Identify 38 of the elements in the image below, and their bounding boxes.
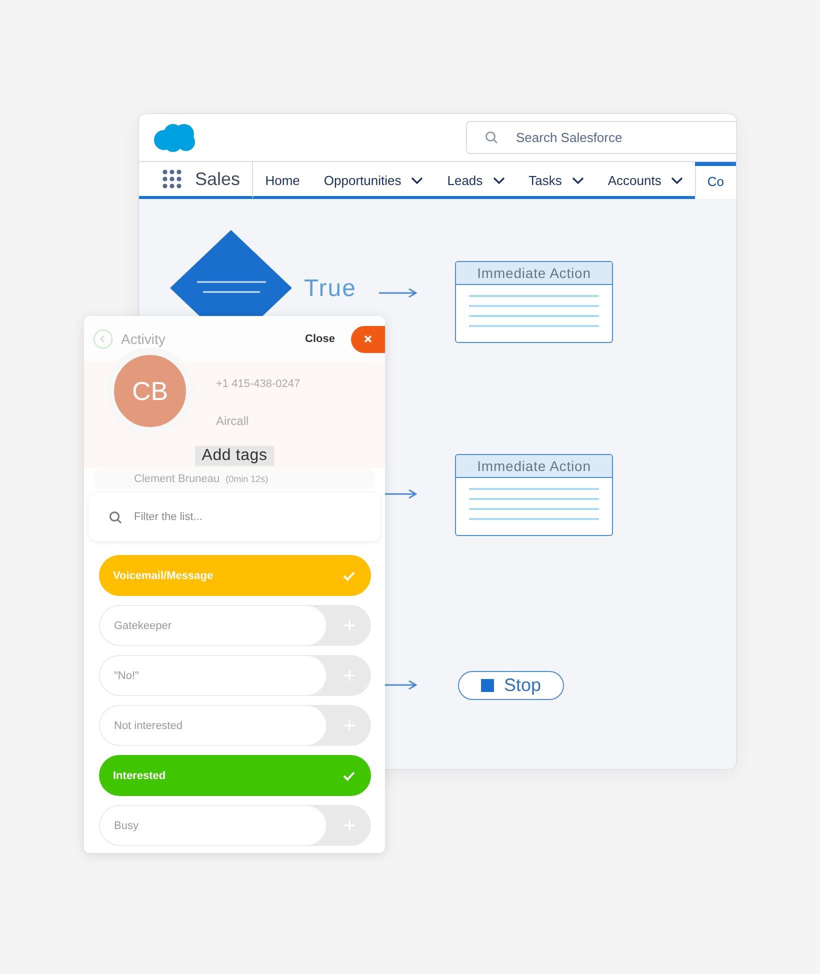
search-icon <box>109 510 122 524</box>
app-launcher-icon[interactable] <box>162 169 182 189</box>
close-button[interactable] <box>351 326 385 352</box>
lines-icon <box>469 295 599 327</box>
call-row: Clement Bruneau (0min 12s) <box>94 469 375 489</box>
arrow <box>379 288 417 298</box>
search-input[interactable]: Search Salesforce <box>514 129 736 146</box>
avatar: CB <box>106 347 194 435</box>
app-name: Sales <box>195 168 240 190</box>
filter-input[interactable]: Filter the list... <box>132 510 380 524</box>
lines-icon <box>469 488 599 520</box>
nav-tab[interactable]: Co <box>695 162 736 199</box>
nav-tab[interactable]: Tasks <box>516 162 596 199</box>
nav-tab[interactable]: Opportunities <box>312 162 436 199</box>
chevron-down-icon <box>492 176 505 184</box>
nav-tab[interactable]: Leads <box>435 162 517 199</box>
action-title: Immediate Action <box>456 262 612 285</box>
chevron-down-icon <box>572 176 584 184</box>
nav-tab[interactable]: Home <box>253 162 312 199</box>
close-label: Close <box>305 333 335 345</box>
phone-number: +1 415-438-0247 <box>216 378 300 390</box>
chevron-down-icon <box>671 176 684 184</box>
action-title: Immediate Action <box>456 455 612 478</box>
cloud-logo <box>153 122 197 152</box>
stop-node: Stop <box>458 671 564 700</box>
chevron-down-icon <box>411 176 424 184</box>
search-icon <box>485 131 498 144</box>
condition-label: True <box>304 275 356 303</box>
close-icon <box>364 335 372 343</box>
search-field[interactable]: Search Salesforce <box>466 121 736 154</box>
company-name: Aircall <box>216 414 250 428</box>
check-icon <box>343 570 355 580</box>
filter-field[interactable]: Filter the list... <box>89 493 380 541</box>
square-icon <box>480 679 494 692</box>
panel-title: Activity <box>121 331 166 347</box>
tags-title: Add tags <box>194 446 274 466</box>
nav-tab[interactable]: Accounts <box>596 162 696 199</box>
check-icon <box>343 770 355 780</box>
